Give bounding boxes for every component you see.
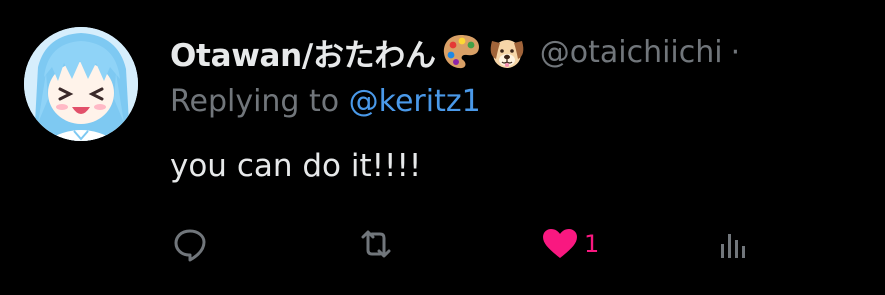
tweet-text: you can do it!!!! [170,148,422,184]
display-name[interactable]: Otawan/おたわん [170,30,436,75]
replying-to-line: Replying to @keritz1 [170,84,481,119]
tweet-header: Otawan/おたわん @otaichiichi · [170,28,740,76]
like-button[interactable]: 1 [538,222,599,266]
reply-tweet[interactable]: Otawan/おたわん @otaichiichi · Replying to @… [0,0,885,295]
replying-to-label: Replying to [170,84,349,119]
dog-face-emoji-icon [486,31,528,73]
user-handle[interactable]: @otaichiichi [540,35,723,70]
like-count: 1 [584,230,600,258]
retweet-icon [354,222,398,266]
views-icon [713,222,757,266]
retweet-button[interactable] [354,222,398,266]
reply-button[interactable] [168,222,212,266]
header-separator: · [730,34,741,70]
avatar-image [24,27,138,141]
views-button[interactable] [713,222,757,266]
avatar[interactable] [24,27,138,141]
palette-emoji-icon [440,31,482,73]
reply-icon [168,222,212,266]
action-bar: 1 [0,222,885,266]
replying-to-link[interactable]: @keritz1 [349,84,481,119]
heart-icon [538,222,582,266]
